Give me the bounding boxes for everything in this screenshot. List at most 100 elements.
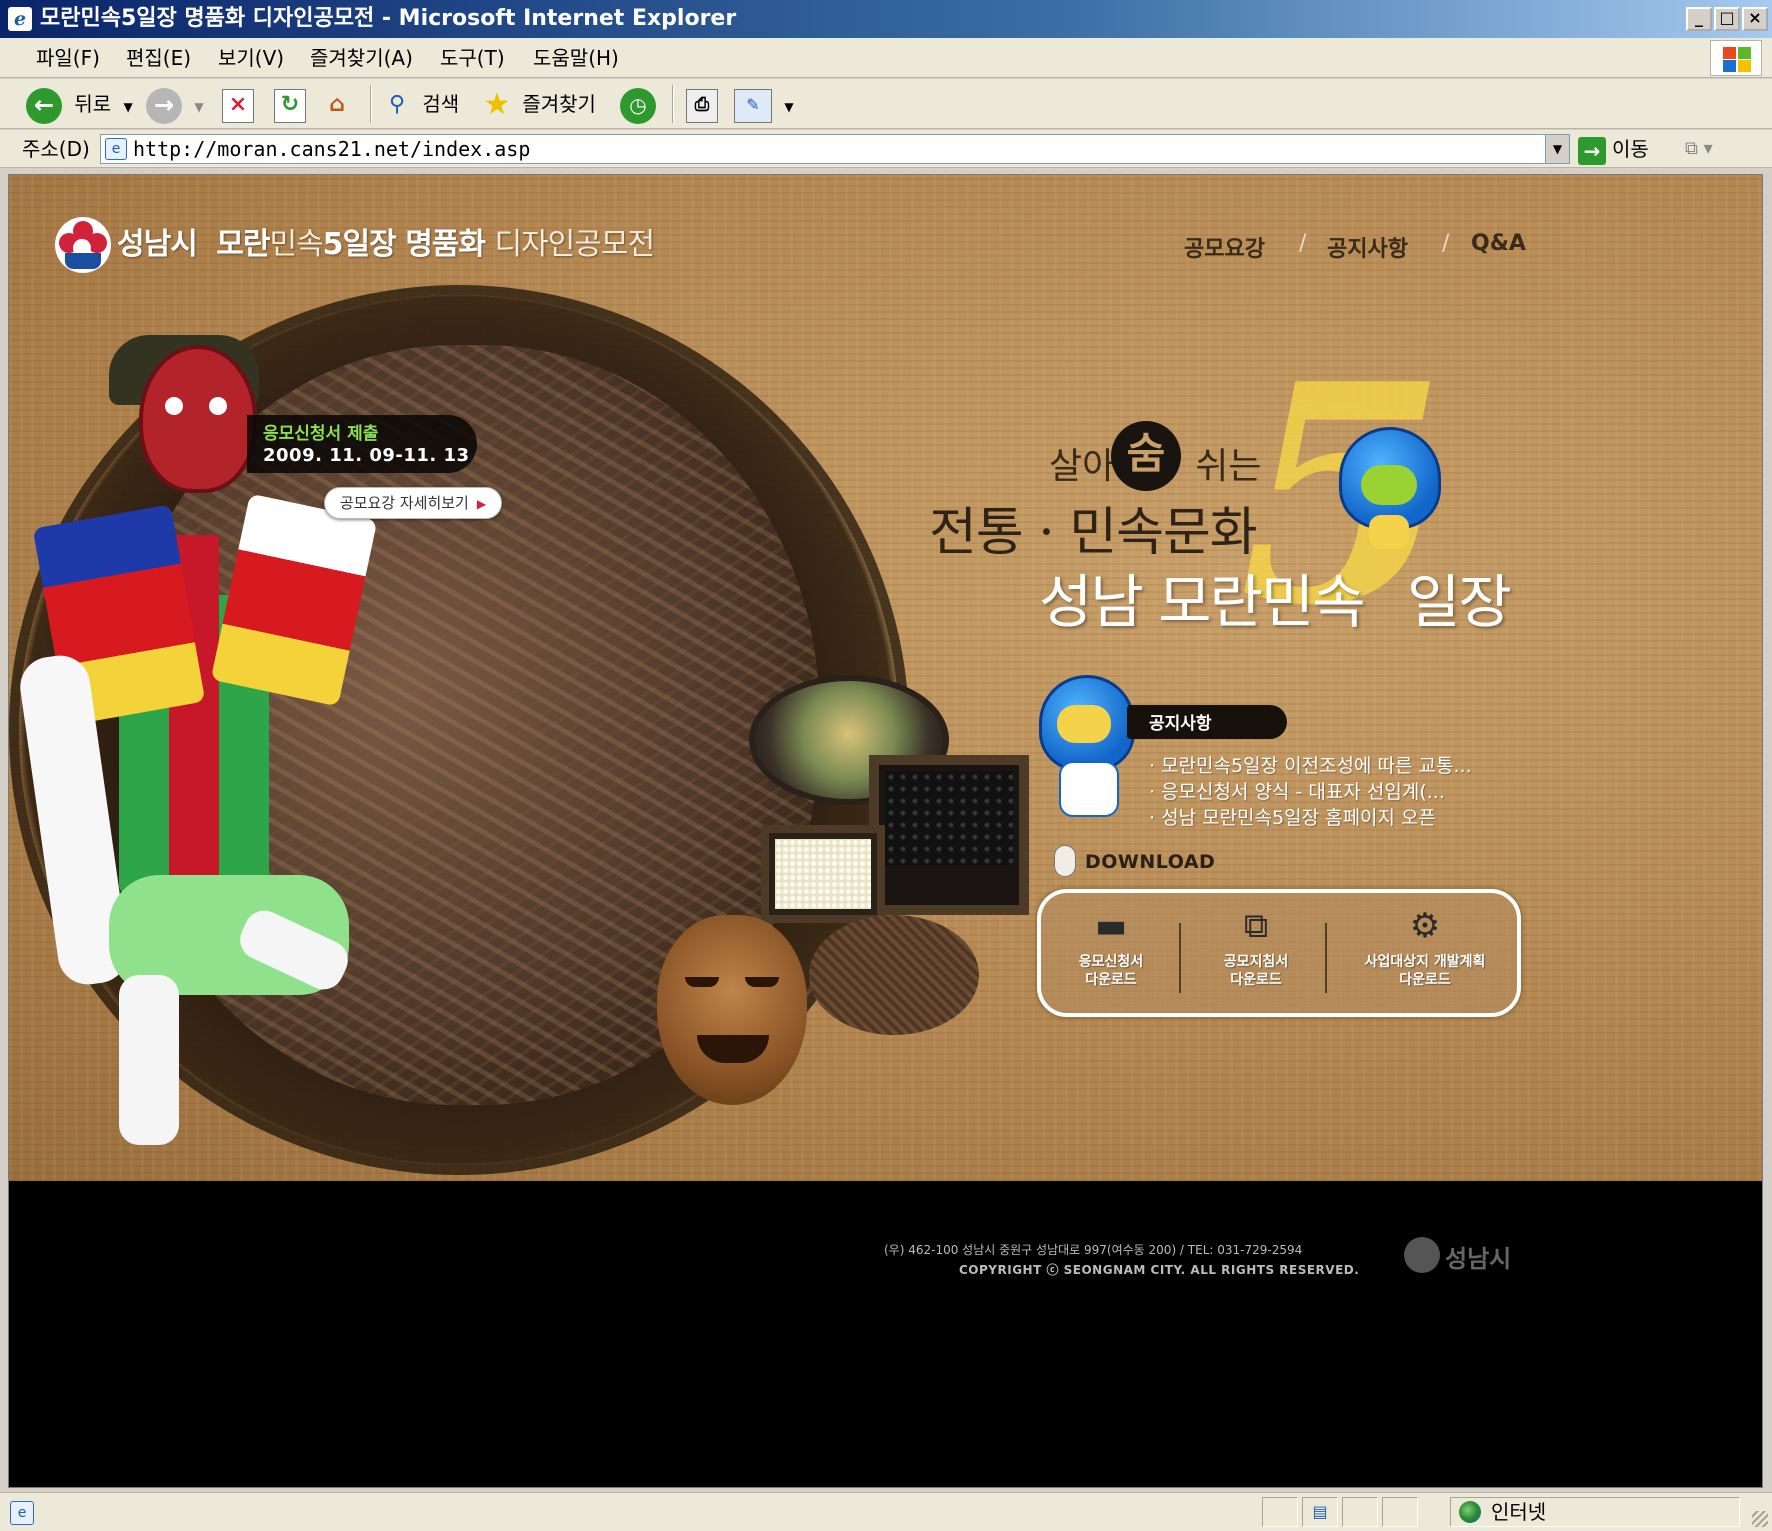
apply-badge: 응모신청서 제출 2009. 11. 09-11. 13 <box>247 415 477 473</box>
logo-thin2: 디자인공모전 <box>494 227 655 262</box>
download-item-line2: 다운로드 <box>1230 972 1282 988</box>
status-bar: e ▤ 인터넷 <box>0 1492 1772 1531</box>
notice-title: 공지사항 <box>1149 714 1212 734</box>
address-input[interactable]: e http://moran.cans21.net/index.asp ▼ <box>100 134 1570 164</box>
mouse-icon <box>1054 845 1076 877</box>
menu-edit[interactable]: 편집(E) <box>126 38 191 78</box>
print-button[interactable]: ⎙ <box>686 85 718 123</box>
download-label: DOWNLOAD <box>1085 851 1216 873</box>
stop-button[interactable]: × <box>222 85 254 123</box>
go-arrow-icon: → <box>1578 136 1606 165</box>
minimize-button[interactable]: _ <box>1686 7 1712 31</box>
nav-separator: / <box>1442 231 1450 256</box>
arrow-right-icon: ▶ <box>476 497 487 511</box>
search-button[interactable]: ⚲ 검색 <box>382 85 459 123</box>
menu-help[interactable]: 도움말(H) <box>533 38 619 78</box>
page-icon: e <box>105 138 127 160</box>
history-button[interactable]: ◷ <box>620 85 656 124</box>
notice-item[interactable]: · 모란민속5일장 이전조성에 따른 교통... <box>1149 751 1472 778</box>
menu-favorites[interactable]: 즐겨찾기(A) <box>310 38 413 78</box>
footer-logo-text: 성남시 <box>1445 1245 1512 1273</box>
notice-item[interactable]: · 응모신청서 양식 - 대표자 선임계(... <box>1149 777 1445 804</box>
mascot-character-icon <box>1339 427 1441 549</box>
status-cell <box>1262 1497 1298 1527</box>
home-icon: ⌂ <box>329 91 345 117</box>
tv-icon: ⧉ <box>1243 906 1269 946</box>
favorites-label: 즐겨찾기 <box>522 92 596 116</box>
toolbar-separator <box>370 85 372 123</box>
links-icon[interactable]: ⧉ ▾ <box>1685 136 1745 162</box>
status-cell <box>1342 1497 1378 1527</box>
download-development-plan[interactable]: ⚙ 사업대상지 개발계획 다운로드 <box>1337 903 1513 1007</box>
printer-icon: ⎙ <box>686 88 718 123</box>
maximize-button[interactable]: □ <box>1714 7 1740 31</box>
forward-button[interactable]: → ▼ <box>146 85 204 124</box>
globe-icon <box>1459 1501 1481 1523</box>
nav-contest-guide[interactable]: 공모요강 <box>1184 231 1265 263</box>
edit-button[interactable]: ✎ ▼ <box>734 85 794 123</box>
gear-icon: ⚙ <box>1409 906 1441 946</box>
logo-thin1: 민속 <box>269 227 323 262</box>
go-button[interactable]: → 이동 <box>1578 133 1649 165</box>
hero-section: 성남시 모란민속5일장 명품화 디자인공모전 공모요강 / 공지사항 / Q&A <box>9 175 1762 1181</box>
page-status-icon: e <box>10 1501 34 1525</box>
contest-guide-detail-button[interactable]: 공모요강 자세히보기 ▶ <box>324 487 502 519</box>
menu-file[interactable]: 파일(F) <box>36 38 100 78</box>
slogan-line1-a: 살아 <box>1049 446 1116 487</box>
status-page-icon: ▤ <box>1302 1497 1338 1527</box>
download-guidelines[interactable]: ⧉ 공모지침서 다운로드 <box>1191 903 1321 1007</box>
menu-view[interactable]: 보기(V) <box>218 38 284 78</box>
hahoe-mask-image <box>657 915 807 1105</box>
black-beans-crate-image <box>869 755 1029 915</box>
toolbar-separator <box>672 85 674 123</box>
nav-notice[interactable]: 공지사항 <box>1327 231 1408 263</box>
site-logo-title[interactable]: 성남시 모란민속5일장 명품화 디자인공모전 <box>117 219 655 263</box>
home-button[interactable]: ⌂ <box>322 85 352 123</box>
slogan-line3-b: 일장 <box>1407 568 1512 636</box>
zone-label: 인터넷 <box>1491 1500 1547 1524</box>
apply-dates: 2009. 11. 09-11. 13 <box>263 445 470 466</box>
nav-separator: / <box>1299 231 1307 256</box>
nav-qna[interactable]: Q&A <box>1471 231 1526 256</box>
refresh-button[interactable]: ↻ <box>274 85 306 123</box>
address-url: http://moran.cans21.net/index.asp <box>133 137 531 161</box>
footer-address: (우) 462-100 성남시 중원구 성남대로 997(여수동 200) / … <box>884 1243 1303 1257</box>
page-viewport: 성남시 모란민속5일장 명품화 디자인공모전 공모요강 / 공지사항 / Q&A <box>8 174 1763 1488</box>
seongnam-logo-icon[interactable] <box>55 217 111 273</box>
menu-tools[interactable]: 도구(T) <box>440 38 505 78</box>
footer-seongnam-logo-icon <box>1404 1237 1440 1273</box>
straw-shoes-image <box>809 915 979 1035</box>
title-bar: e 모란민속5일장 명품화 디자인공모전 - Microsoft Interne… <box>0 0 1772 38</box>
address-bar: 주소(D) e http://moran.cans21.net/index.as… <box>0 130 1772 168</box>
edit-page-icon: ✎ <box>734 88 772 123</box>
back-button[interactable]: ← 뒤로 ▼ <box>26 85 133 124</box>
download-item-line1: 사업대상지 개발계획 <box>1364 954 1486 970</box>
edit-dropdown-icon[interactable]: ▼ <box>784 100 793 114</box>
resize-grip[interactable] <box>1752 1511 1768 1527</box>
download-item-line1: 응모신청서 <box>1078 954 1144 970</box>
site-footer: (우) 462-100 성남시 중원구 성남대로 997(여수동 200) / … <box>9 1181 1762 1487</box>
back-dropdown-icon[interactable]: ▼ <box>124 100 133 114</box>
notice-item[interactable]: · 성남 모란민속5일장 홈페이지 오픈 <box>1149 803 1436 830</box>
notice-mascot-icon <box>1039 675 1139 825</box>
address-dropdown-icon[interactable]: ▼ <box>1545 135 1569 163</box>
forward-arrow-icon: → <box>146 87 182 124</box>
footer-copyright: COPYRIGHT ⓒ SEONGNAM CITY. ALL RIGHTS RE… <box>959 1263 1360 1277</box>
back-arrow-icon: ← <box>26 87 62 124</box>
favorites-button[interactable]: ★ 즐겨찾기 <box>482 85 596 123</box>
search-icon: ⚲ <box>388 91 406 117</box>
download-divider <box>1325 923 1327 993</box>
star-icon: ★ <box>483 86 511 122</box>
search-label: 검색 <box>422 92 460 116</box>
toolbar: ← 뒤로 ▼ → ▼ × ↻ ⌂ ⚲ 검색 ★ 즐겨찾기 ◷ ⎙ ✎ ▼ <box>0 79 1772 129</box>
download-application-form[interactable]: ▬ 응모신청서 다운로드 <box>1051 903 1171 1007</box>
security-zone: 인터넷 <box>1450 1497 1740 1527</box>
forward-dropdown-icon[interactable]: ▼ <box>194 100 203 114</box>
slogan-line3-a: 성남 모란민속 <box>1039 568 1366 636</box>
back-label: 뒤로 <box>74 92 112 116</box>
close-button[interactable]: × <box>1742 7 1768 31</box>
notice-header[interactable]: 공지사항 <box>1127 705 1287 739</box>
logo-bold1: 모란 <box>216 227 270 262</box>
slogan-soom-badge: 숨 <box>1111 421 1181 491</box>
logo-bold2: 5일장 <box>322 227 397 262</box>
